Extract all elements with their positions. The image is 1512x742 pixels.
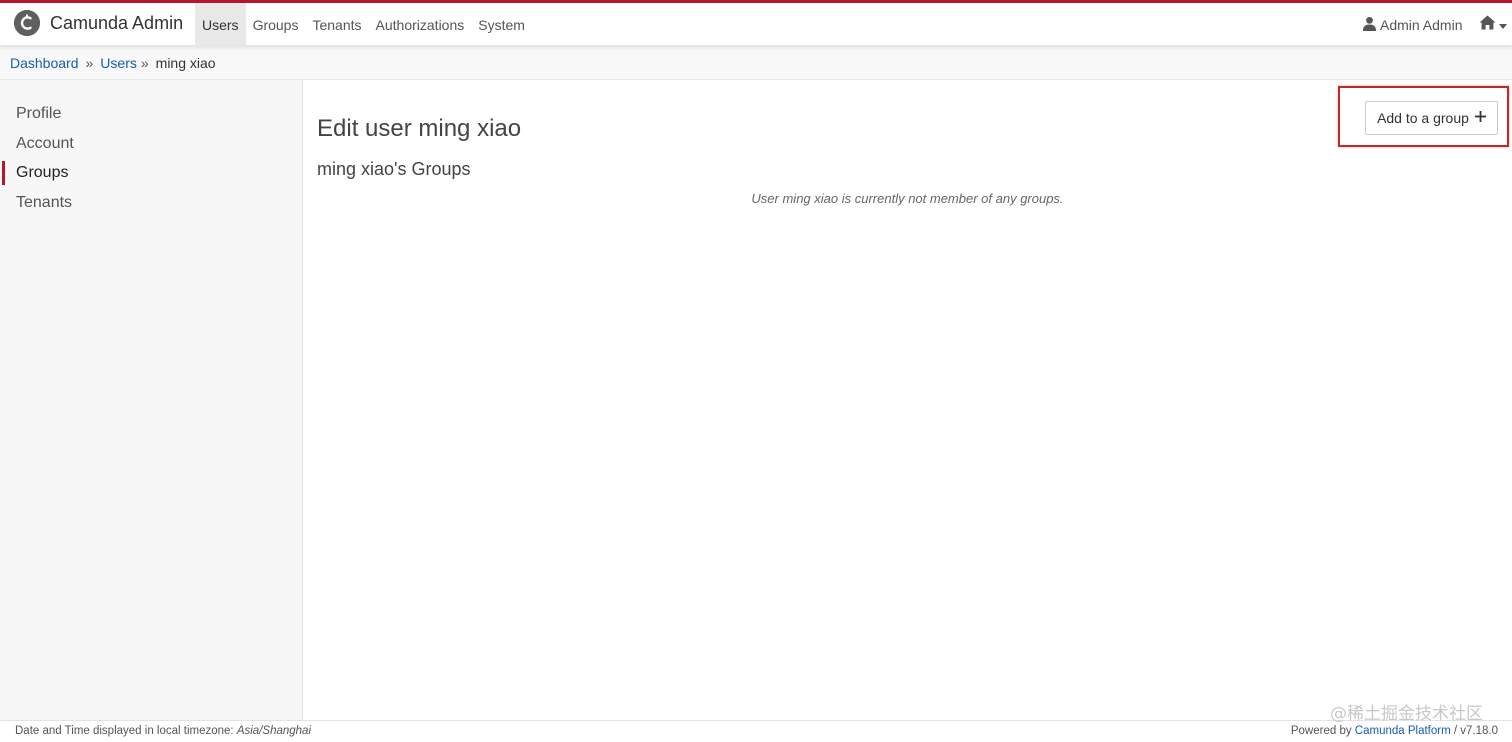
footer: Date and Time displayed in local timezon… [0, 720, 1512, 742]
home-menu[interactable] [1479, 3, 1507, 46]
version-label: / v7.18.0 [1453, 725, 1498, 737]
breadcrumb-separator: » [140, 54, 149, 71]
timezone-value: Asia/Shanghai [236, 725, 311, 737]
app-title: Camunda Admin [50, 12, 184, 33]
camunda-logo-icon [14, 10, 40, 36]
breadcrumb-users[interactable]: Users [100, 55, 137, 71]
breadcrumb-separator: » [85, 54, 94, 71]
powered-prefix: Powered by [1290, 725, 1352, 737]
breadcrumb-dashboard[interactable]: Dashboard [10, 55, 79, 71]
plus-icon [1474, 109, 1486, 127]
footer-timezone: Date and Time displayed in local timezon… [15, 725, 311, 737]
page-title: Edit user ming xiao [317, 115, 522, 142]
nav-item-groups[interactable]: Groups [246, 3, 306, 46]
user-icon [1362, 16, 1380, 34]
top-navbar: Camunda Admin Users Groups Tenants Autho… [0, 0, 1512, 46]
sidebar-item-groups[interactable]: Groups [0, 161, 302, 193]
add-to-group-button[interactable]: Add to a group [1365, 101, 1498, 135]
sidebar: Profile Account Groups Tenants [0, 80, 303, 720]
main-content: Edit user ming xiao ming xiao's Groups U… [303, 80, 1512, 720]
add-to-group-label: Add to a group [1377, 110, 1469, 126]
home-icon [1479, 15, 1496, 35]
nav-item-authorizations[interactable]: Authorizations [369, 3, 472, 46]
brand[interactable]: Camunda Admin [14, 10, 183, 36]
breadcrumb-current: ming xiao [155, 54, 216, 71]
empty-groups-message: User ming xiao is currently not member o… [751, 191, 1064, 206]
nav-item-system[interactable]: System [471, 3, 532, 46]
timezone-prefix: Date and Time displayed in local timezon… [15, 725, 234, 737]
sidebar-item-tenants[interactable]: Tenants [0, 193, 302, 223]
breadcrumb: Dashboard » Users » ming xiao [0, 46, 1512, 80]
user-name: Admin Admin [1380, 16, 1463, 33]
nav-item-users[interactable]: Users [195, 3, 246, 46]
main-nav: Users Groups Tenants Authorizations Syst… [195, 3, 532, 46]
section-title: ming xiao's Groups [317, 159, 471, 179]
nav-item-tenants[interactable]: Tenants [305, 3, 368, 46]
user-menu[interactable]: Admin Admin [1362, 3, 1462, 46]
camunda-platform-link[interactable]: Camunda Platform [1355, 725, 1451, 737]
caret-down-icon [1499, 16, 1507, 34]
watermark: @稀土掘金技术社区 [1330, 704, 1483, 724]
sidebar-item-account[interactable]: Account [0, 134, 302, 164]
footer-powered-by: Powered by Camunda Platform / v7.18.0 [1291, 725, 1498, 737]
sidebar-item-profile[interactable]: Profile [0, 104, 302, 134]
